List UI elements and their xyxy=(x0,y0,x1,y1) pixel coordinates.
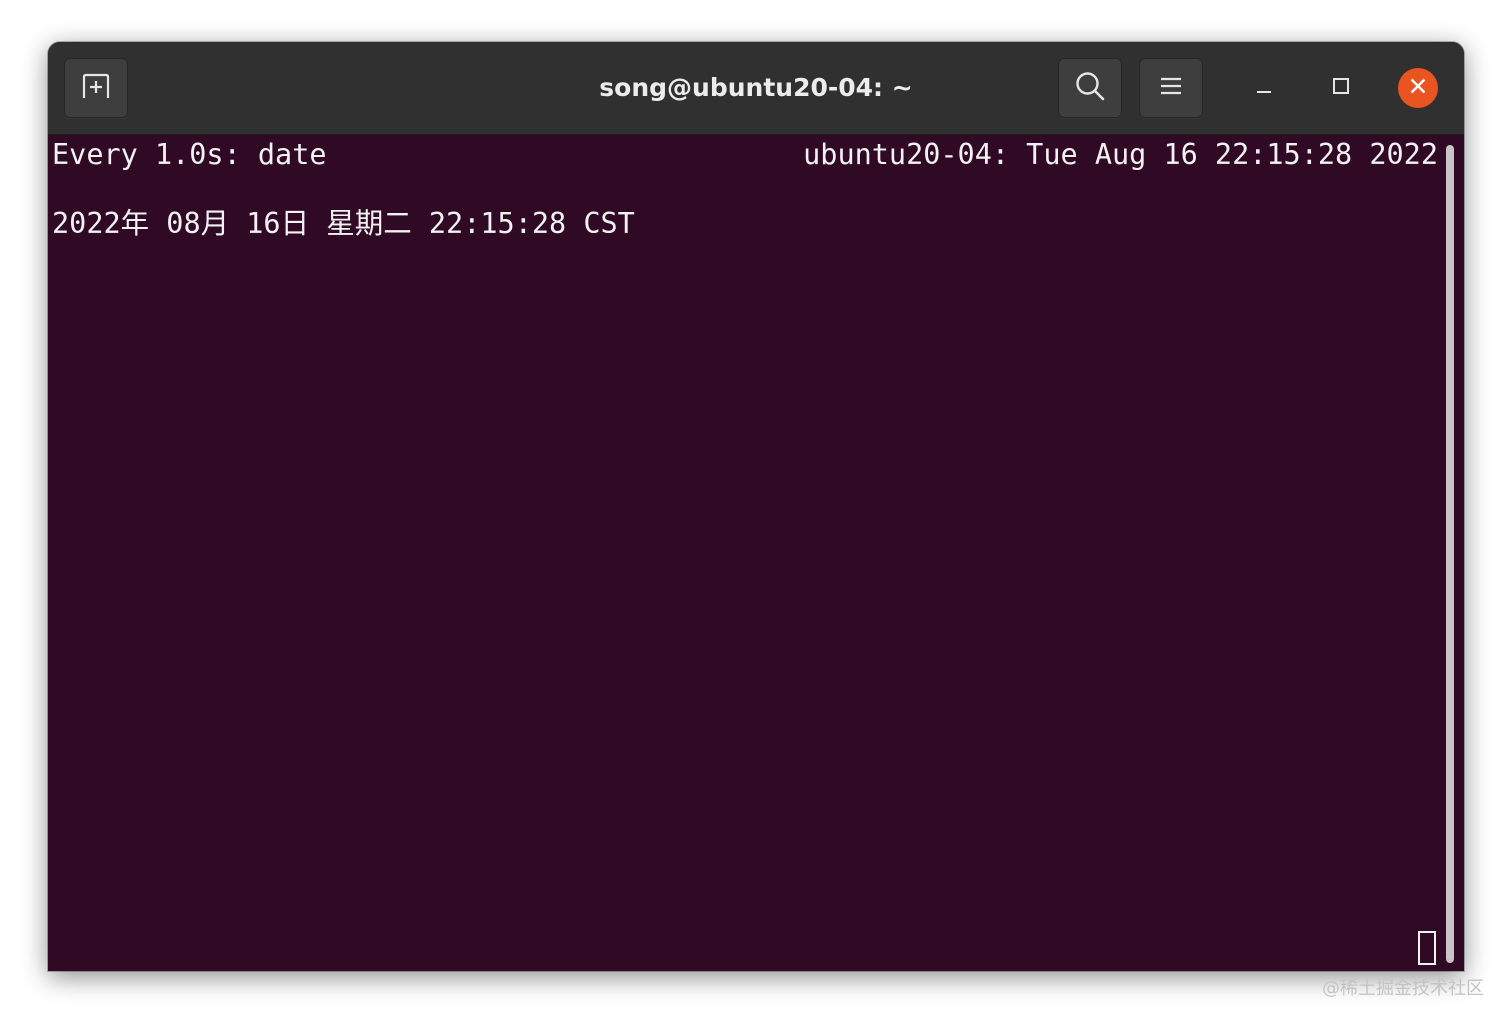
close-icon xyxy=(1408,76,1428,101)
minimize-icon xyxy=(1254,76,1274,101)
search-icon xyxy=(1074,70,1106,107)
new-tab-icon xyxy=(79,71,113,106)
header-bar: song@ubuntu20-04: ~ xyxy=(48,42,1464,135)
new-tab-button[interactable] xyxy=(64,58,128,118)
maximize-button[interactable] xyxy=(1321,68,1361,108)
hamburger-menu-icon xyxy=(1158,75,1184,102)
menu-button[interactable] xyxy=(1139,58,1203,118)
watermark-text: @稀土掘金技术社区 xyxy=(1322,978,1484,999)
maximize-icon xyxy=(1331,76,1351,101)
terminal-cursor xyxy=(1418,931,1436,965)
watch-header-left: Every 1.0s: date xyxy=(52,138,327,171)
terminal-area[interactable]: Every 1.0s: date ubuntu20-04: Tue Aug 16… xyxy=(48,135,1464,971)
close-button[interactable] xyxy=(1398,68,1438,108)
scrollbar[interactable] xyxy=(1446,145,1454,963)
command-output-line: 2022年 08月 16日 星期二 22:15:28 CST xyxy=(52,207,635,240)
terminal-window: song@ubuntu20-04: ~ Every 1.0s: date ubu… xyxy=(48,42,1464,971)
minimize-button[interactable] xyxy=(1244,68,1284,108)
watch-header-right: ubuntu20-04: Tue Aug 16 22:15:28 2022 xyxy=(803,138,1438,171)
search-button[interactable] xyxy=(1058,58,1122,118)
